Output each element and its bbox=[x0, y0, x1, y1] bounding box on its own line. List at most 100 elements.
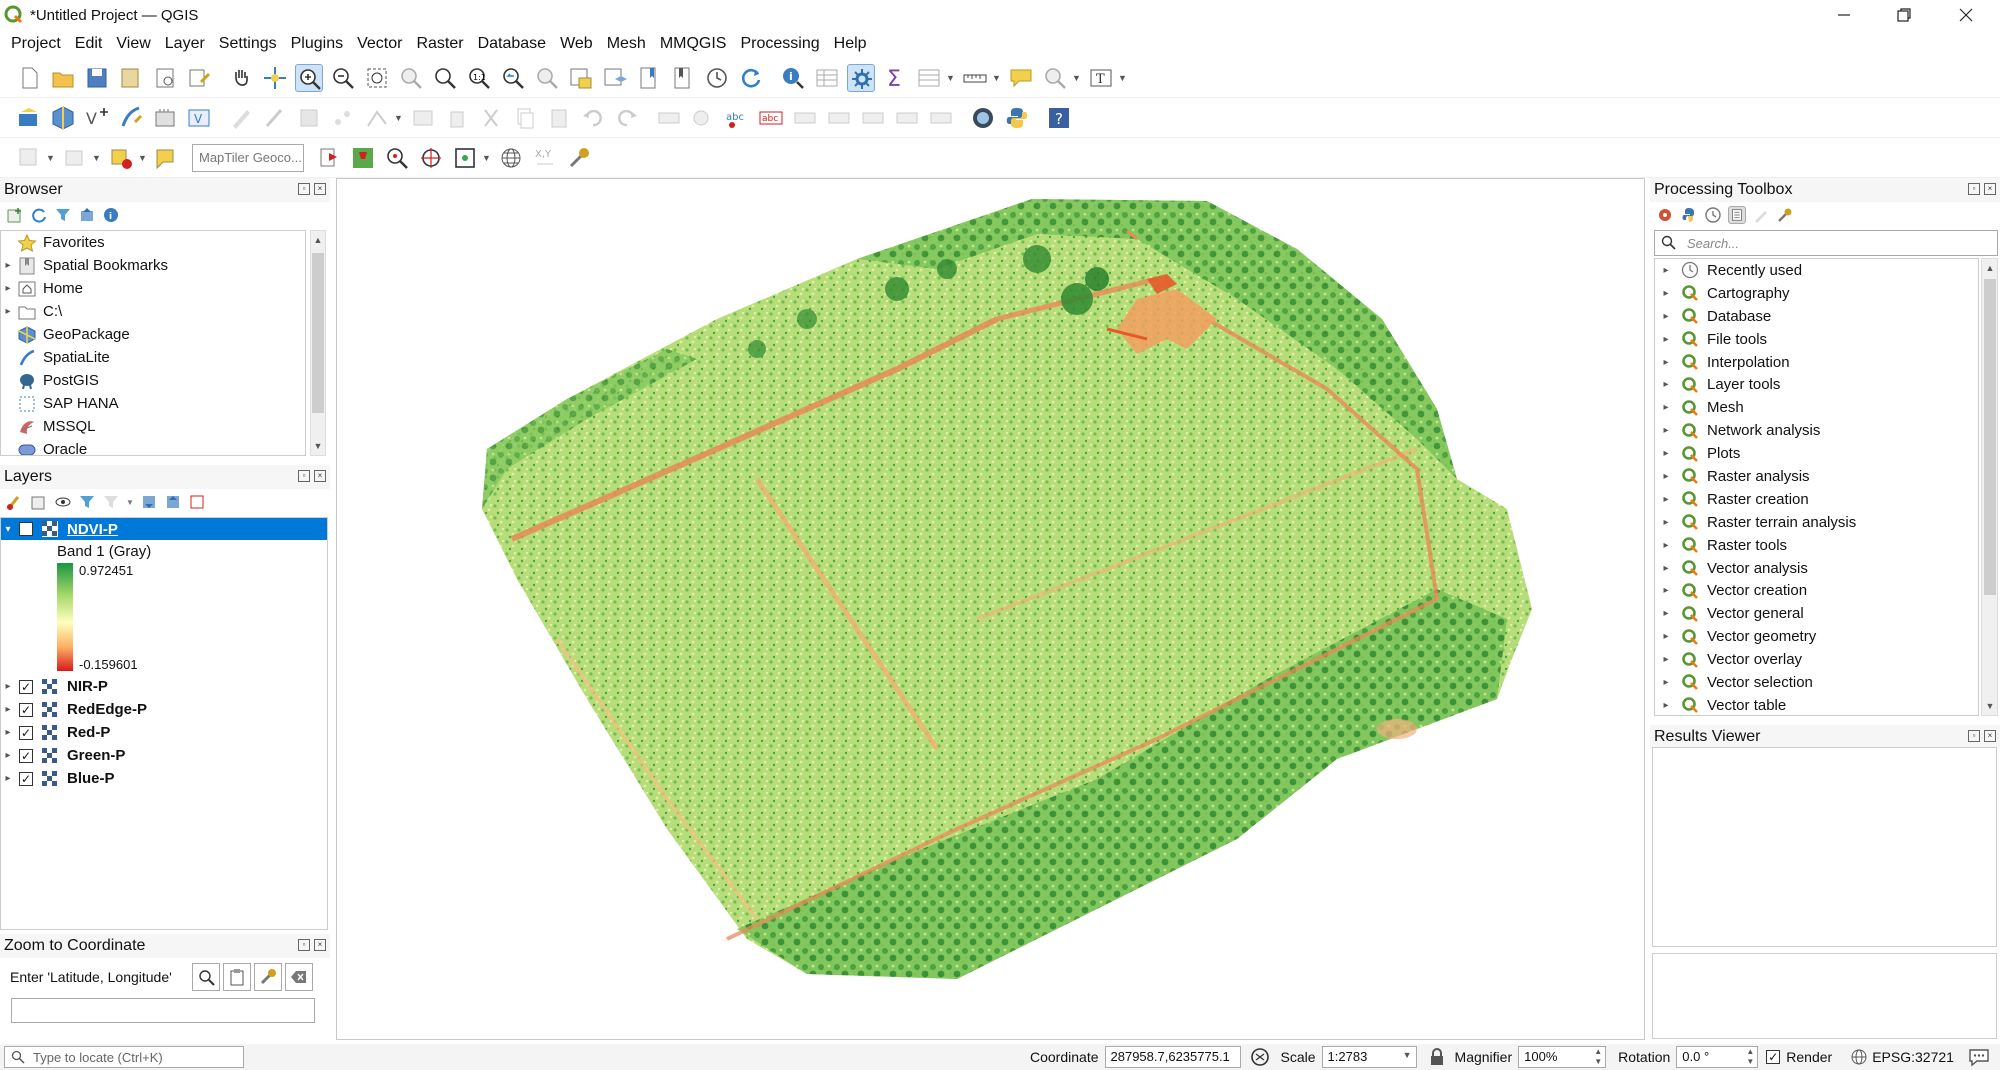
zoom-to-coordinate-icon[interactable] bbox=[383, 144, 411, 172]
settings-wrench-icon[interactable] bbox=[565, 144, 593, 172]
crs-button[interactable]: EPSG:32721 bbox=[1872, 1049, 1954, 1065]
remove-layer-icon[interactable] bbox=[188, 493, 206, 511]
processing-group[interactable]: ▸ Plots bbox=[1655, 442, 1978, 465]
new-spatialite-layer-icon[interactable] bbox=[117, 104, 145, 132]
expand-arrow-icon[interactable]: ▸ bbox=[1659, 448, 1673, 459]
layer-row-active[interactable]: ▾ ✓ NDVI-P bbox=[1, 518, 327, 540]
settings-button[interactable] bbox=[254, 963, 282, 991]
change-label-icon[interactable] bbox=[927, 104, 955, 132]
menu-plugins[interactable]: Plugins bbox=[284, 30, 350, 58]
expand-arrow-icon[interactable]: ▸ bbox=[1, 750, 15, 761]
processing-group[interactable]: ▸ Vector general bbox=[1655, 602, 1978, 625]
layer-row[interactable]: ▸ ✓ Blue-P bbox=[1, 767, 327, 790]
scale-field[interactable]: 1:2783 ▼ bbox=[1321, 1046, 1417, 1068]
layer-row[interactable]: ▸ ✓ NIR-P bbox=[1, 675, 327, 698]
modify-attributes-icon[interactable] bbox=[409, 104, 437, 132]
current-edits-icon[interactable] bbox=[227, 104, 255, 132]
processing-group[interactable]: ▸ Vector creation bbox=[1655, 579, 1978, 602]
expand-arrow-icon[interactable]: ▸ bbox=[1659, 540, 1673, 551]
expand-arrow-icon[interactable]: ▸ bbox=[1659, 265, 1673, 276]
refresh-icon[interactable] bbox=[30, 206, 48, 224]
help-icon[interactable]: ? bbox=[1045, 104, 1073, 132]
clear-button[interactable] bbox=[285, 963, 313, 991]
browser-scrollbar[interactable]: ▲ ▼ bbox=[310, 230, 326, 456]
expand-arrow-icon[interactable]: ▸ bbox=[1, 704, 15, 715]
expand-arrow-icon[interactable]: ▸ bbox=[1659, 494, 1673, 505]
zoom-next-icon[interactable] bbox=[533, 64, 561, 92]
zoom-to-button[interactable] bbox=[192, 963, 220, 991]
close-panel-icon[interactable]: × bbox=[1984, 730, 1996, 742]
expand-arrow-icon[interactable]: ▸ bbox=[1659, 585, 1673, 596]
open-project-icon[interactable] bbox=[49, 64, 77, 92]
refresh-icon[interactable] bbox=[737, 64, 765, 92]
processing-group[interactable]: ▸ Database bbox=[1655, 305, 1978, 328]
collapse-all-icon[interactable] bbox=[164, 493, 182, 511]
select-by-value-icon[interactable] bbox=[61, 144, 89, 172]
float-panel-icon[interactable]: ▫ bbox=[298, 470, 310, 482]
expand-arrow-icon[interactable]: ▸ bbox=[1659, 311, 1673, 322]
select-features-icon[interactable] bbox=[15, 144, 43, 172]
expand-arrow-icon[interactable]: ▸ bbox=[1659, 471, 1673, 482]
processing-group[interactable]: ▸ File tools bbox=[1655, 328, 1978, 351]
coordinate-field[interactable]: 287958.7,6235775.1 bbox=[1104, 1046, 1241, 1068]
lock-scale-icon[interactable] bbox=[1429, 1048, 1445, 1066]
pan-icon[interactable] bbox=[227, 64, 255, 92]
browser-item-bookmark[interactable]: ▸ Spatial Bookmarks bbox=[1, 254, 305, 277]
expand-arrow-icon[interactable]: ▸ bbox=[1659, 379, 1673, 390]
layer-visibility-checkbox[interactable]: ✓ bbox=[19, 679, 33, 694]
messages-icon[interactable] bbox=[1968, 1047, 1990, 1067]
processing-group[interactable]: ▸ Vector table bbox=[1655, 694, 1978, 715]
browser-item-spatialite[interactable]: SpatiaLite bbox=[1, 346, 305, 369]
delete-selected-icon[interactable] bbox=[443, 104, 471, 132]
dropdown-arrow-icon[interactable]: ▼ bbox=[394, 104, 406, 132]
menu-web[interactable]: Web bbox=[553, 30, 600, 58]
data-source-manager-icon[interactable] bbox=[15, 104, 43, 132]
expand-arrow-icon[interactable]: ▸ bbox=[1, 260, 15, 271]
menu-mmqgis[interactable]: MMQGIS bbox=[653, 30, 734, 58]
new-shapefile-layer-icon[interactable]: V bbox=[83, 104, 111, 132]
edit-features-in-place-icon[interactable] bbox=[1752, 206, 1770, 224]
print-layout-icon[interactable] bbox=[151, 64, 179, 92]
pin-labels-icon[interactable] bbox=[791, 104, 819, 132]
open-attribute-table-icon[interactable] bbox=[813, 64, 841, 92]
dropdown-arrow-icon[interactable]: ▼ bbox=[946, 64, 958, 92]
menu-database[interactable]: Database bbox=[471, 30, 554, 58]
save-as-icon[interactable] bbox=[117, 64, 145, 92]
expand-arrow-icon[interactable]: ▸ bbox=[1659, 425, 1673, 436]
processing-group[interactable]: ▸ Vector geometry bbox=[1655, 625, 1978, 648]
new-bookmark-icon[interactable] bbox=[635, 64, 663, 92]
manage-visibility-icon[interactable] bbox=[54, 493, 72, 511]
menu-vector[interactable]: Vector bbox=[350, 30, 409, 58]
processing-group[interactable]: ▸ Vector analysis bbox=[1655, 557, 1978, 580]
layer-row[interactable]: ▸ ✓ Red-P bbox=[1, 721, 327, 744]
zoom-in-icon[interactable] bbox=[295, 63, 323, 92]
layer-visibility-checkbox[interactable]: ✓ bbox=[19, 522, 33, 536]
zoom-native-icon[interactable]: 1:1 bbox=[465, 64, 493, 92]
magnifier-field[interactable]: 100% ▲ ▼ bbox=[1518, 1046, 1607, 1068]
zoom-last-icon[interactable] bbox=[499, 64, 527, 92]
globe-icon[interactable] bbox=[497, 144, 525, 172]
minimize-button[interactable] bbox=[1814, 0, 1874, 30]
processing-group[interactable]: ▸ Raster tools bbox=[1655, 534, 1978, 557]
redo-icon[interactable] bbox=[613, 104, 641, 132]
expand-arrow-icon[interactable]: ▸ bbox=[1659, 357, 1673, 368]
toggle-extents-icon[interactable] bbox=[1249, 1046, 1271, 1068]
expand-arrow-icon[interactable]: ▸ bbox=[1, 727, 15, 738]
expand-all-icon[interactable] bbox=[140, 493, 158, 511]
menu-raster[interactable]: Raster bbox=[409, 30, 470, 58]
new-map-view-icon[interactable] bbox=[567, 64, 595, 92]
expand-arrow-icon[interactable]: ▸ bbox=[1659, 563, 1673, 574]
locator-bar[interactable]: Type to locate (Ctrl+K) bbox=[4, 1046, 244, 1068]
new-temporary-layer-icon[interactable] bbox=[151, 104, 179, 132]
processing-group[interactable]: ▸ Raster analysis bbox=[1655, 465, 1978, 488]
layer-row[interactable]: ▸ ✓ Green-P bbox=[1, 744, 327, 767]
save-project-icon[interactable] bbox=[83, 64, 111, 92]
float-panel-icon[interactable]: ▫ bbox=[298, 183, 310, 195]
add-feature-icon[interactable] bbox=[329, 104, 357, 132]
browser-item-geopackage[interactable]: GeoPackage bbox=[1, 323, 305, 346]
map-pin-icon[interactable] bbox=[349, 144, 377, 172]
toolbox-icon[interactable] bbox=[847, 63, 875, 92]
cut-features-icon[interactable] bbox=[477, 104, 505, 132]
float-panel-icon[interactable]: ▫ bbox=[298, 939, 310, 951]
dropdown-arrow-icon[interactable]: ▼ bbox=[138, 144, 150, 172]
